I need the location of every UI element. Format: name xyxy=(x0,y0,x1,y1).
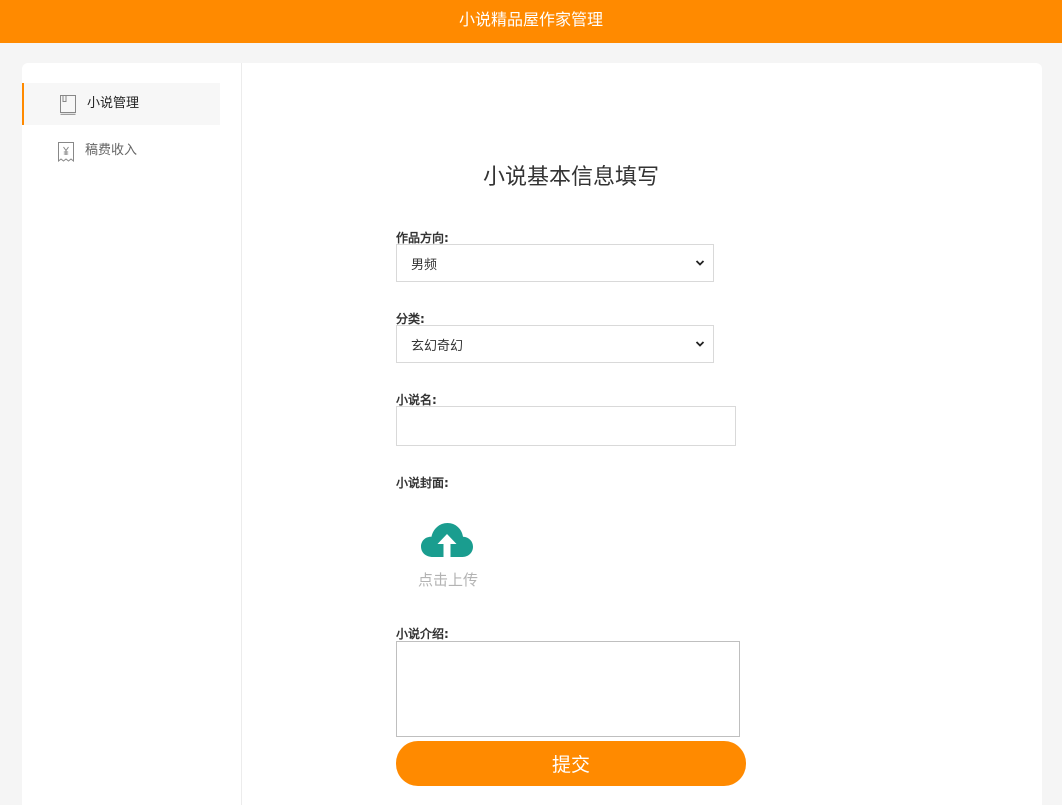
form-area: 小说基本信息填写 作品方向: 男频 分类: 玄幻奇幻 小说名: 小说封面: 点击… xyxy=(243,63,1042,805)
book-icon xyxy=(60,95,76,115)
sidebar-item-label: 小说管理 xyxy=(87,96,140,111)
category-select[interactable]: 玄幻奇幻 xyxy=(396,325,714,363)
receipt-yen-icon xyxy=(58,142,74,163)
sidebar: 小说管理 稿费收入 xyxy=(22,63,242,805)
upload-label: 点击上传 xyxy=(417,571,478,589)
sidebar-item-novel-management[interactable]: 小说管理 xyxy=(22,83,220,125)
cover-label: 小说封面: xyxy=(396,476,449,490)
cover-upload-button[interactable]: 点击上传 xyxy=(411,513,485,593)
cloud-upload-icon xyxy=(421,523,473,557)
novel-name-input[interactable] xyxy=(396,406,736,446)
sidebar-item-royalty-income[interactable]: 稿费收入 xyxy=(22,130,220,172)
chevron-down-icon xyxy=(695,341,705,347)
intro-label: 小说介绍: xyxy=(396,627,449,641)
sidebar-item-label: 稿费收入 xyxy=(85,143,138,158)
form-title: 小说基本信息填写 xyxy=(482,165,659,190)
chevron-down-icon xyxy=(695,260,705,266)
submit-button[interactable]: 提交 xyxy=(396,741,746,786)
novel-intro-textarea[interactable] xyxy=(396,641,740,737)
top-header-bar: 小说精品屋作家管理 xyxy=(0,0,1062,43)
main-panel: 小说管理 稿费收入 小说基本信息填写 作品方向: 男频 分类: 玄幻奇幻 小说名… xyxy=(22,63,1042,805)
direction-select[interactable]: 男频 xyxy=(396,244,714,282)
app-title: 小说精品屋作家管理 xyxy=(458,10,603,29)
category-select-value: 玄幻奇幻 xyxy=(411,338,464,354)
direction-select-value: 男频 xyxy=(411,257,438,273)
